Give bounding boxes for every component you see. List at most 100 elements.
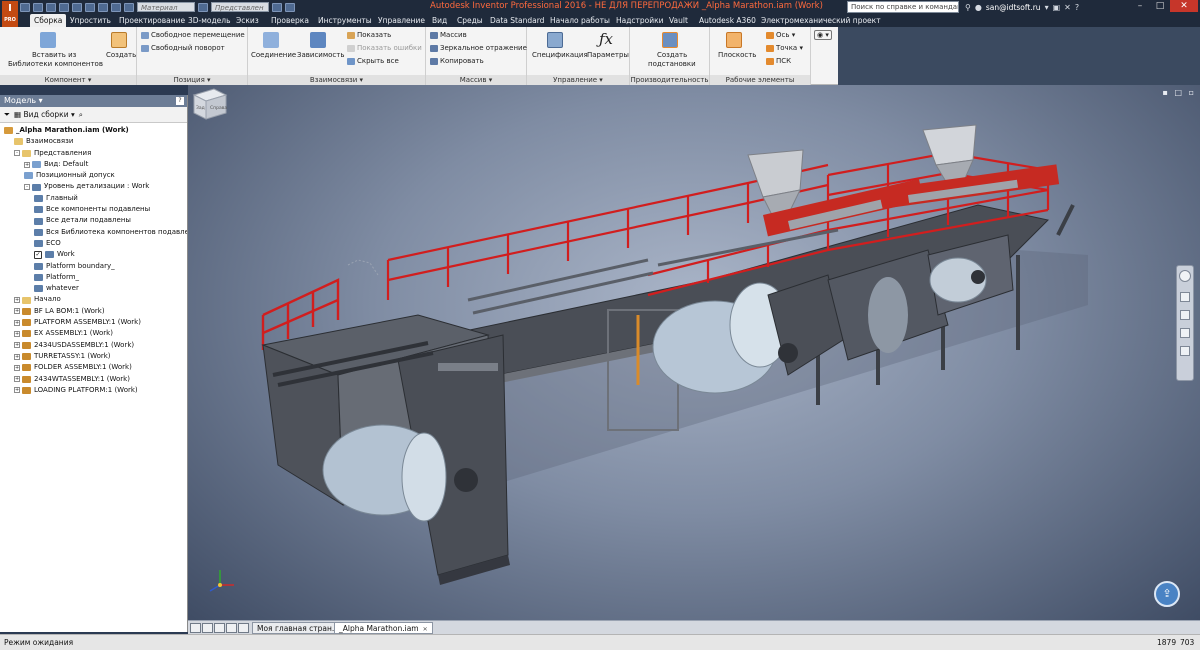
help-icon[interactable]: ? <box>1075 3 1079 12</box>
tree-node[interactable]: Взаимосвязи <box>0 136 187 147</box>
expand-toggle-icon[interactable]: + <box>14 387 20 394</box>
cart-icon[interactable]: ▣ <box>1053 3 1061 12</box>
close-tab-icon[interactable]: ✕ <box>423 626 428 633</box>
fx-params-icon[interactable]: ƒx <box>599 30 613 48</box>
help-search-input[interactable]: Поиск по справке и командам <box>847 1 959 13</box>
home-icon[interactable] <box>85 2 95 12</box>
tree-node[interactable]: + Вид: Default <box>0 159 187 170</box>
expand-toggle-icon[interactable]: - <box>24 184 30 191</box>
fx-icon[interactable] <box>272 2 282 12</box>
user-email[interactable]: san@idtsoft.ru <box>986 3 1041 12</box>
bom-icon[interactable] <box>547 32 563 48</box>
expand-toggle-icon[interactable]: + <box>14 308 20 315</box>
tab-4[interactable]: Эскиз <box>236 14 259 27</box>
tree-node[interactable]: +2434WTASSEMBLY:1 (Work) <box>0 374 187 385</box>
tab-0[interactable]: Сборка <box>30 14 67 27</box>
tree-node[interactable]: + Начало <box>0 294 187 305</box>
appearance-combo[interactable]: Представлен <box>211 2 269 12</box>
hide-all-button[interactable]: Скрыть все <box>347 57 399 65</box>
new-file-icon[interactable] <box>20 2 30 12</box>
dropdown-icon[interactable]: ▾ <box>1045 3 1049 12</box>
free-rotate-button[interactable]: Свободный поворот <box>141 44 225 52</box>
tree-node[interactable]: Platform_ <box>0 272 187 283</box>
expand-toggle-icon[interactable]: + <box>14 319 20 326</box>
create-substitute-icon[interactable] <box>662 32 678 48</box>
look-at-icon[interactable] <box>1180 346 1190 356</box>
tree-node[interactable]: + EX ASSEMBLY:1 (Work) <box>0 328 187 339</box>
tab-13[interactable]: Vault <box>669 14 688 27</box>
create-substitute-label-1[interactable]: Создать <box>657 51 687 59</box>
close-button[interactable]: ✕ <box>1170 0 1198 12</box>
redo-icon[interactable] <box>72 2 82 12</box>
tree-node[interactable]: + TURRETASSY:1 (Work) <box>0 351 187 362</box>
pattern-button[interactable]: Массив <box>430 31 467 39</box>
orbit-icon[interactable] <box>1180 328 1190 338</box>
pan-icon[interactable] <box>1180 292 1190 302</box>
update-icon[interactable] <box>98 2 108 12</box>
select-icon[interactable] <box>111 2 121 12</box>
inventor-logo-icon[interactable]: I PRO <box>2 1 18 27</box>
expand-toggle-icon[interactable]: + <box>14 376 20 383</box>
tree-node[interactable]: Все детали подавлены <box>0 215 187 226</box>
tab-14[interactable]: Autodesk A360 <box>699 14 756 27</box>
doc-tab[interactable]: _Alpha Marathon.iam ✕ <box>334 622 433 634</box>
bom-button[interactable]: Спецификация <box>532 51 588 59</box>
expand-toggle-icon[interactable]: + <box>24 161 30 168</box>
library-insert-icon[interactable] <box>40 32 56 48</box>
tree-node[interactable]: Все компоненты подавлены <box>0 204 187 215</box>
tab-5[interactable]: Проверка <box>271 14 309 27</box>
tab-9[interactable]: Среды <box>457 14 483 27</box>
constrain-icon[interactable] <box>310 32 326 48</box>
zoom-icon[interactable] <box>1180 310 1190 320</box>
tree-node[interactable]: + FOLDER ASSEMBLY:1 (Work) <box>0 362 187 373</box>
tree-node[interactable]: Позиционный допуск <box>0 170 187 181</box>
tab-2[interactable]: Проектирование <box>119 14 185 27</box>
ribbon-options-button[interactable]: ◉ ▾ <box>814 30 832 40</box>
doc-list-icon[interactable] <box>238 623 249 633</box>
tree-node[interactable]: +2434USDASSEMBLY:1 (Work) <box>0 340 187 351</box>
tree-node[interactable]: Главный <box>0 193 187 204</box>
insert-library-label-2[interactable]: Библиотеки компонентов <box>8 60 103 68</box>
tab-10[interactable]: Data Standard <box>490 14 544 27</box>
copy-button[interactable]: Копировать <box>430 57 484 65</box>
cascade-icon[interactable] <box>214 623 225 633</box>
filter-icon[interactable]: ⏷ <box>4 110 10 120</box>
create-substitute-label-2[interactable]: подстановки <box>648 60 696 68</box>
tree-node[interactable]: - Представления <box>0 148 187 159</box>
tab-6[interactable]: Инструменты <box>318 14 372 27</box>
tab-12[interactable]: Надстройки <box>616 14 664 27</box>
expand-toggle-icon[interactable]: + <box>14 364 20 371</box>
tree-node[interactable]: + PLATFORM ASSEMBLY:1 (Work) <box>0 317 187 328</box>
tab-3[interactable]: 3D-модель <box>188 14 231 27</box>
expand-toggle-icon[interactable]: + <box>14 342 20 349</box>
tab-7[interactable]: Управление <box>378 14 425 27</box>
tree-node[interactable]: ✓ Work <box>0 249 187 260</box>
panel-component-footer[interactable]: Компонент ▾ <box>0 75 136 85</box>
axis-button[interactable]: Ось ▾ <box>766 31 795 39</box>
point-button[interactable]: Точка ▾ <box>766 44 803 52</box>
expand-toggle-icon[interactable]: - <box>14 150 20 157</box>
tree-node[interactable]: + LOADING PLATFORM:1 (Work) <box>0 385 187 396</box>
assembly-model[interactable] <box>188 85 1200 632</box>
doc-tab[interactable]: Моя главная стран... <box>252 622 345 634</box>
expand-toggle-icon[interactable]: + <box>14 330 20 337</box>
joint-button[interactable]: Соединение <box>251 51 296 59</box>
tree-node[interactable]: Platform boundary_ <box>0 261 187 272</box>
tree-node[interactable]: _Alpha Marathon.iam (Work) <box>0 125 187 136</box>
user-icon[interactable]: ● <box>975 3 982 12</box>
tab-1[interactable]: Упростить <box>70 14 111 27</box>
plus-icon[interactable] <box>285 2 295 12</box>
expand-toggle-icon[interactable]: + <box>14 297 20 304</box>
plane-icon[interactable] <box>726 32 742 48</box>
arrange-icon[interactable] <box>226 623 237 633</box>
minimize-button[interactable]: – <box>1130 0 1150 12</box>
panel-position-footer[interactable]: Позиция ▾ <box>137 75 247 85</box>
tile-vertical-icon[interactable] <box>202 623 213 633</box>
show-errors-button[interactable]: Показать ошибки <box>347 44 422 52</box>
panel-manage-footer[interactable]: Управление ▾ <box>527 75 629 85</box>
maximize-button[interactable]: □ <box>1150 0 1170 12</box>
plane-button[interactable]: Плоскость <box>718 51 756 59</box>
mirror-button[interactable]: Зеркальное отражение <box>430 44 527 52</box>
tree-node[interactable]: + BF LA BOM:1 (Work) <box>0 306 187 317</box>
tree-node[interactable]: whatever <box>0 283 187 294</box>
